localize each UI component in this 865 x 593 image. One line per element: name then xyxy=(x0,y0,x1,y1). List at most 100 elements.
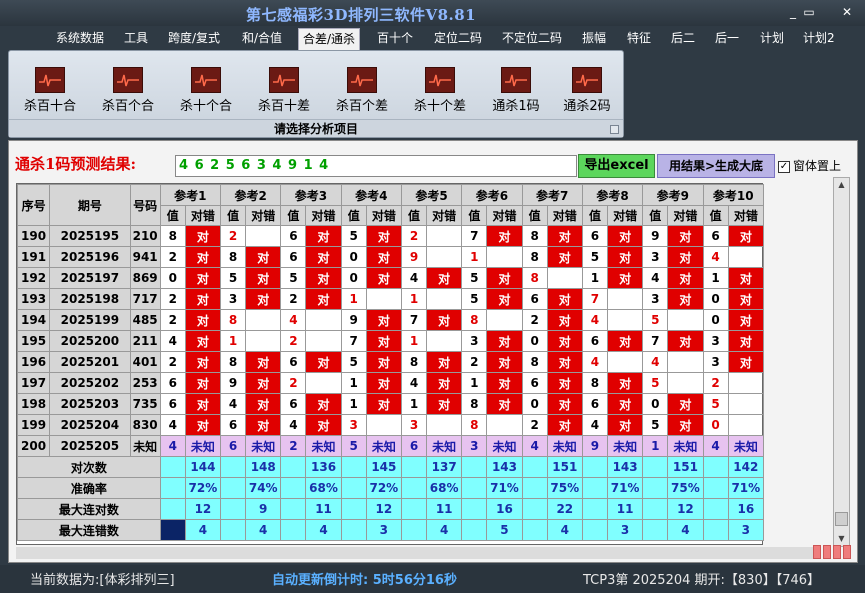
ref-value: 4 xyxy=(400,267,428,289)
table-row[interactable]: 199 2025204 830 4 对 6 对 4 对 3 3 8 2 对 4 对 5 对 0 xyxy=(16,414,765,436)
table-row[interactable]: 198 2025203 735 6 对 4 对 6 对 1 对 1 对 8 对 0 对 6 对 0 对 5 xyxy=(16,393,765,415)
ref-value: 5 xyxy=(642,414,669,436)
ref-value: 1 xyxy=(400,288,428,310)
table-row[interactable]: 195 2025200 211 4 对 1 2 7 对 1 3 对 0 对 6 对 7 对 3 对 xyxy=(16,330,765,352)
summary-label: 准确率 xyxy=(17,477,161,499)
menu-last-one[interactable]: 后一 xyxy=(715,28,739,50)
summary-spacer xyxy=(702,519,729,541)
ribbon-button-kill-hu-sum[interactable]: 杀百个合 xyxy=(95,67,161,114)
ref-value: 6 xyxy=(280,393,307,415)
row-number: 869 xyxy=(129,267,161,289)
summary-value: 142 xyxy=(727,456,765,478)
table-row[interactable]: 192 2025197 869 0 对 5 对 5 对 0 对 4 对 5 对 8 1 对 4 对 1 对 xyxy=(16,267,765,289)
ref-result: 对 xyxy=(426,309,463,331)
ref-result xyxy=(667,351,704,373)
menu-plan2[interactable]: 计划2 xyxy=(803,28,835,50)
row-seq: 193 xyxy=(16,288,51,310)
ribbon-button-kill-ht-sum[interactable]: 杀百十合 xyxy=(17,67,83,114)
status-last-draw: TCP3第 2025204 期开:【830】【746】 xyxy=(583,573,821,588)
menu-amplitude[interactable]: 振幅 xyxy=(582,28,606,50)
menu-sum[interactable]: 和/合值 xyxy=(242,28,282,50)
ref-result xyxy=(727,246,765,268)
close-icon[interactable]: ✕ xyxy=(836,3,858,21)
menu-plan[interactable]: 计划 xyxy=(760,28,784,50)
summary-value: 4 xyxy=(305,519,342,541)
ref-value: 6 xyxy=(159,372,186,394)
menu-tools[interactable]: 工具 xyxy=(124,28,148,50)
row-number: 253 xyxy=(129,372,161,394)
menu-hundreds-tens-units[interactable]: 百十个 xyxy=(377,28,413,50)
summary-spacer xyxy=(220,477,247,499)
scroll-down-icon[interactable]: ▼ xyxy=(834,532,849,546)
pending-value: 4 xyxy=(159,435,186,457)
summary-value: 4 xyxy=(426,519,463,541)
row-seq: 192 xyxy=(16,267,51,289)
menu-nonposition-two[interactable]: 不定位二码 xyxy=(502,28,562,50)
scroll-up-icon[interactable]: ▲ xyxy=(834,178,849,192)
table-row[interactable]: 194 2025199 485 2 对 8 4 9 对 7 对 8 2 对 4 5 0 对 xyxy=(16,309,765,331)
menu-system-data[interactable]: 系统数据 xyxy=(56,28,104,50)
ribbon-button-kill-ht-diff[interactable]: 杀百十差 xyxy=(251,67,317,114)
checkbox-icon[interactable]: ✓ xyxy=(778,160,790,173)
header-ref8: 参考8 xyxy=(581,184,644,206)
subheader-value: 值 xyxy=(581,205,609,226)
ref-value: 0 xyxy=(702,414,729,436)
ref-result: 对 xyxy=(245,372,282,394)
table-row[interactable]: 190 2025195 210 8 对 2 6 对 5 对 2 7 对 8 对 6 对 9 对 6 对 xyxy=(16,225,765,247)
table-row[interactable]: 197 2025202 253 6 对 9 对 2 1 对 4 对 1 对 6 对 8 对 5 2 xyxy=(16,372,765,394)
restore-icon[interactable]: ▭ xyxy=(798,3,820,21)
pending-result: 未知 xyxy=(486,435,523,457)
summary-spacer xyxy=(340,519,367,541)
pending-row[interactable]: 200 2025205 未知 4 未知 6 未知 2 未知 5 未知 6 未知 3 未知 4 未知 9 未知 1 未知 4… xyxy=(16,435,765,457)
horizontal-scrollbar[interactable] xyxy=(16,547,816,559)
ref-result xyxy=(426,330,463,352)
dialog-launcher-icon[interactable] xyxy=(610,125,619,134)
scrollbar-thumb[interactable] xyxy=(835,512,848,526)
ref-result: 对 xyxy=(365,309,402,331)
table-row[interactable]: 191 2025196 941 2 对 8 对 6 对 0 对 9 1 8 对 5 对 3 对 4 xyxy=(16,246,765,268)
chart-icon xyxy=(425,67,455,93)
pending-value: 6 xyxy=(220,435,247,457)
ref-value: 2 xyxy=(280,372,307,394)
generate-base-button[interactable]: 用结果>生成大底 xyxy=(657,154,775,178)
ref-result: 对 xyxy=(426,351,463,373)
ribbon-button-kill-2-code[interactable]: 通杀2码 xyxy=(554,67,620,114)
summary-value: 12 xyxy=(365,498,402,520)
subheader-result: 对错 xyxy=(305,205,342,226)
menu-sum-diff-kill[interactable]: 合差/通杀 xyxy=(298,28,361,50)
menu-position-two[interactable]: 定位二码 xyxy=(434,28,482,50)
ref-result: 对 xyxy=(184,246,222,268)
vertical-scrollbar[interactable]: ▲ ▼ xyxy=(833,177,850,547)
ref-result: 对 xyxy=(546,351,583,373)
ref-result: 对 xyxy=(486,372,523,394)
menu-last-two[interactable]: 后二 xyxy=(671,28,695,50)
menu-span[interactable]: 跨度/复式 xyxy=(168,28,220,50)
table-row[interactable]: 193 2025198 717 2 对 3 对 2 对 1 1 5 对 6 对 7 3 对 0 对 xyxy=(16,288,765,310)
ref-result: 对 xyxy=(607,393,644,415)
menu-feature[interactable]: 特征 xyxy=(627,28,651,50)
status-bar: 当前数据为:[体彩排列三] 自动更新倒计时: 5时56分16秒 TCP3第 20… xyxy=(0,565,865,593)
row-seq: 198 xyxy=(16,393,51,415)
row-issue: 2025205 xyxy=(49,435,131,457)
topmost-checkbox[interactable]: ✓ 窗体置上 xyxy=(778,157,841,174)
ref-result: 对 xyxy=(365,393,402,415)
ref-value: 5 xyxy=(280,267,307,289)
summary-value: 72% xyxy=(365,477,402,499)
ribbon-button-kill-tu-sum[interactable]: 杀十个合 xyxy=(173,67,239,114)
resize-grip[interactable] xyxy=(813,545,853,560)
ribbon-footer-label: 请选择分析项目 xyxy=(9,119,623,137)
ref-result: 对 xyxy=(305,288,342,310)
ribbon-button-kill-tu-diff[interactable]: 杀十个差 xyxy=(407,67,473,114)
prediction-field[interactable]: 4 6 2 5 6 3 4 9 1 4 xyxy=(175,155,577,177)
ref-result: 对 xyxy=(546,225,583,247)
ref-result: 对 xyxy=(426,372,463,394)
row-number: 941 xyxy=(129,246,161,268)
ribbon-button-label: 杀十个差 xyxy=(413,99,466,114)
summary-value: 16 xyxy=(486,498,523,520)
ribbon-button-label: 杀百十差 xyxy=(257,99,310,114)
table-row[interactable]: 196 2025201 401 2 对 8 对 6 对 5 对 8 对 2 对 8 对 4 4 3 对 xyxy=(16,351,765,373)
ribbon-button-kill-hu-diff[interactable]: 杀百个差 xyxy=(329,67,395,114)
summary-value: 68% xyxy=(426,477,463,499)
ribbon-button-kill-1-code[interactable]: 通杀1码 xyxy=(483,67,549,114)
export-excel-button[interactable]: 导出excel xyxy=(578,154,655,178)
